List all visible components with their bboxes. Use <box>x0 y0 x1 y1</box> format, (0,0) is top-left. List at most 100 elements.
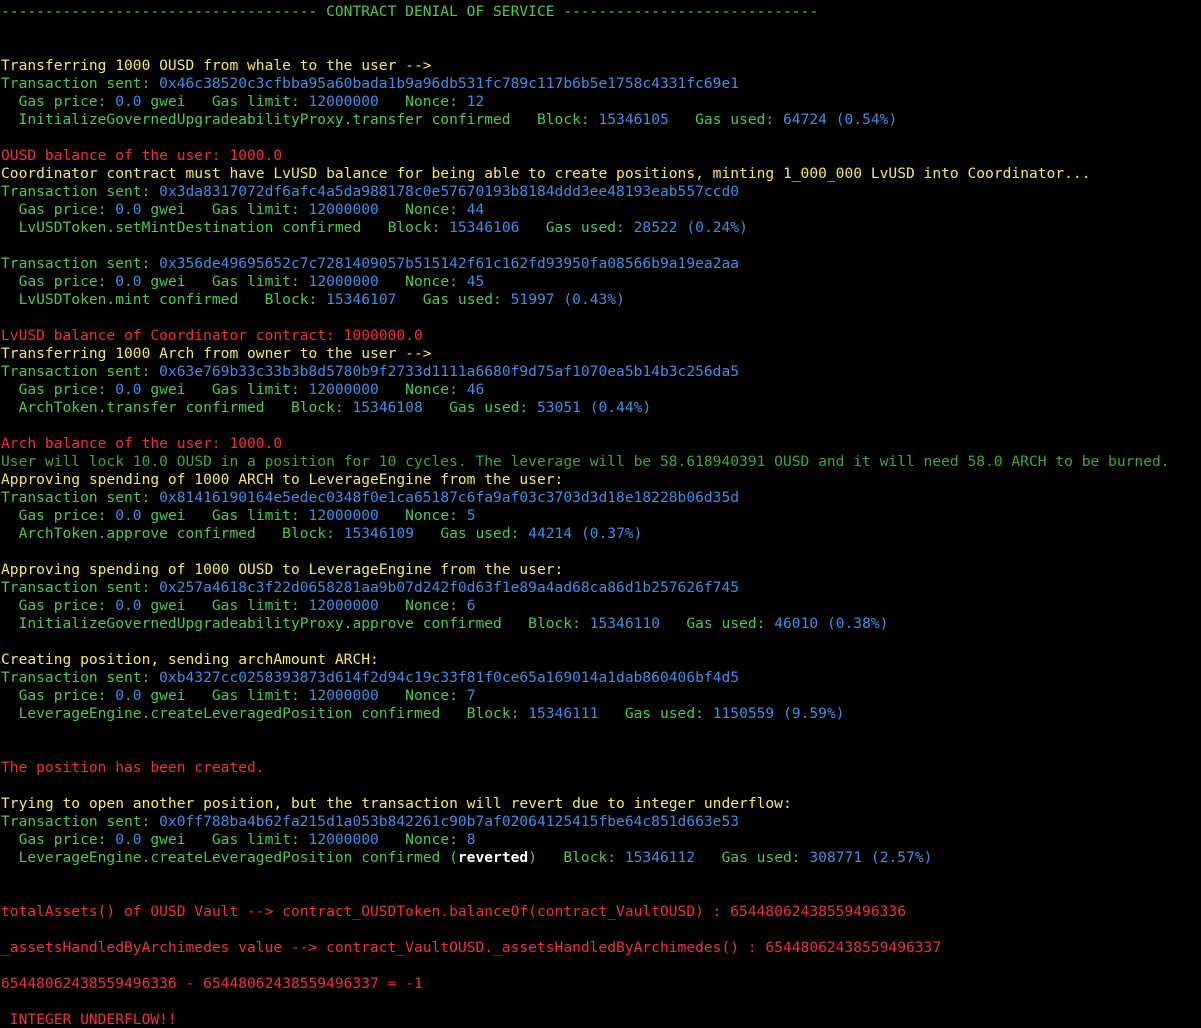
tx-sent-line: Transaction sent: 0x356de49695652c7c7281… <box>1 255 739 273</box>
tx-sent-line: Transaction sent: 0x46c38520c3cfbba95a60… <box>1 75 739 93</box>
block-value: 15346109 <box>343 525 414 542</box>
tx-sent-line: Transaction sent: 0x0ff788ba4b62fa215d1a… <box>1 813 739 831</box>
gas-used-value: 28522 <box>633 219 678 236</box>
block-label: Block: <box>510 111 599 128</box>
confirm-line: InitializeGovernedUpgradeabilityProxy.tr… <box>1 111 898 129</box>
block-label: Block: <box>536 849 625 866</box>
tx-sent-line: Transaction sent: 0x63e769b33c33b3b8d578… <box>1 363 739 381</box>
gas-used-value: 308771 <box>809 849 863 866</box>
nonce-value: 44 <box>466 201 485 218</box>
gas-limit-label: gwei Gas limit: <box>141 273 309 290</box>
gas-used-label: Gas used: <box>422 399 537 416</box>
gas-limit-value: 12000000 <box>308 831 379 848</box>
nonce-value: 45 <box>466 273 485 290</box>
tx-sent-label: Transaction sent: <box>1 363 160 380</box>
gas-info-line: Gas price: 0.0 gwei Gas limit: 12000000 … <box>1 831 476 849</box>
block-value: 15346108 <box>352 399 423 416</box>
gas-price-value: 0.0 <box>115 381 142 398</box>
tx-sent-line: Transaction sent: 0x257a4618c3f22d065828… <box>1 579 739 597</box>
tx-name: ArchToken.transfer confirmed <box>1 399 265 416</box>
gas-used-percent: (2.57%) <box>870 849 933 866</box>
gas-limit-label: gwei Gas limit: <box>141 93 309 110</box>
block-value: 15346105 <box>598 111 669 128</box>
nonce-label: Nonce: <box>378 273 467 290</box>
block-label: Block: <box>238 291 327 308</box>
gas-used-percent: (0.43%) <box>563 291 625 308</box>
position-created-message: The position has been created. <box>1 759 265 776</box>
nonce-value: 12 <box>466 93 485 110</box>
gas-info-line: Gas price: 0.0 gwei Gas limit: 12000000 … <box>1 381 485 399</box>
gas-used-value: 53051 <box>537 399 581 416</box>
gas-used-label: Gas used: <box>396 291 511 308</box>
subtraction-line: 65448062438559496336 - 65448062438559496… <box>1 975 423 992</box>
tx-name: LvUSDToken.setMintDestination confirmed <box>1 219 362 236</box>
block-value: 15346106 <box>449 219 520 236</box>
gas-price-label: Gas price: <box>1 201 116 218</box>
block-label: Block: <box>440 705 529 722</box>
approve-ousd-message: Approving spending of 1000 OUSD to Lever… <box>1 561 564 578</box>
ousd-balance-message: OUSD balance of the user: 1000.0 <box>1 147 283 164</box>
gas-limit-value: 12000000 <box>308 201 379 218</box>
tx-sent-label: Transaction sent: <box>1 579 160 596</box>
gas-info-line: Gas price: 0.0 gwei Gas limit: 12000000 … <box>1 201 485 219</box>
tx-name: LvUSDToken.mint confirmed <box>1 291 239 308</box>
gas-used-value: 44214 <box>528 525 573 542</box>
coordinator-message: Coordinator contract must have LvUSD bal… <box>1 165 1091 182</box>
tx-sent-line: Transaction sent: 0x81416190164e5edec034… <box>1 489 739 507</box>
confirm-line: LeverageEngine.createLeveragedPosition c… <box>1 705 845 723</box>
gas-used-percent: (0.38%) <box>826 615 889 632</box>
gas-limit-value: 12000000 <box>308 273 379 290</box>
gas-price-label: Gas price: <box>1 273 116 290</box>
tx-sent-label: Transaction sent: <box>1 813 160 830</box>
block-label: Block: <box>361 219 450 236</box>
gas-info-line: Gas price: 0.0 gwei Gas limit: 12000000 … <box>1 273 485 291</box>
tx-sent-line: Transaction sent: 0xb4327cc0258393873d61… <box>1 669 739 687</box>
gas-used-value: 46010 <box>774 615 819 632</box>
gas-price-label: Gas price: <box>1 687 116 704</box>
gas-price-label: Gas price: <box>1 597 116 614</box>
arch-balance-message: Arch balance of the user: 1000.0 <box>1 435 283 452</box>
confirm-line: LvUSDToken.setMintDestination confirmed … <box>1 219 748 237</box>
block-value: 15346110 <box>589 615 660 632</box>
lock-message: User will lock 10.0 OUSD in a position f… <box>1 453 1170 470</box>
nonce-value: 6 <box>466 597 476 614</box>
gas-info-line: Gas price: 0.0 gwei Gas limit: 12000000 … <box>1 687 476 705</box>
tx-hash: 0x0ff788ba4b62fa215d1a053b842261c90b7af0… <box>159 813 740 830</box>
block-value: 15346112 <box>624 849 696 866</box>
block-label: Block: <box>264 399 353 416</box>
tx-sent-label: Transaction sent: <box>1 489 160 506</box>
gas-used-label: Gas used: <box>695 849 810 866</box>
tx-name: LeverageEngine.createLeveragedPosition c… <box>1 849 458 866</box>
tx-name: ArchToken.approve confirmed <box>1 525 256 542</box>
tx-name: InitializeGovernedUpgradeabilityProxy.tr… <box>1 111 511 128</box>
tx-hash: 0x257a4618c3f22d0658281aa9b07d242f0d63f1… <box>159 579 740 596</box>
approve-arch-message: Approving spending of 1000 ARCH to Lever… <box>1 471 564 488</box>
confirm-line: ArchToken.approve confirmed Block: 15346… <box>1 525 643 543</box>
terminal-window[interactable]: ------------------------------------ CON… <box>0 0 1201 1028</box>
lvusd-balance-message: LvUSD balance of Coordinator contract: 1… <box>1 327 423 344</box>
nonce-value: 5 <box>466 507 476 524</box>
confirm-line: LvUSDToken.mint confirmed Block: 1534610… <box>1 291 625 309</box>
tx-hash: 0x46c38520c3cfbba95a60bada1b9a96db531fc7… <box>159 75 740 92</box>
gas-used-label: Gas used: <box>668 111 784 128</box>
transfer-ousd-message: Transferring 1000 OUSD from whale to the… <box>1 57 432 74</box>
gas-price-label: Gas price: <box>1 831 116 848</box>
tx-name: LeverageEngine.createLeveragedPosition c… <box>1 705 441 722</box>
gas-used-percent: (0.54%) <box>835 111 898 128</box>
section-banner: ------------------------------------ CON… <box>1 3 819 20</box>
gas-info-line: Gas price: 0.0 gwei Gas limit: 12000000 … <box>1 597 476 615</box>
gas-price-value: 0.0 <box>115 597 142 614</box>
tx-hash: 0x63e769b33c33b3b8d5780b9f2733d1111a6680… <box>159 363 740 380</box>
gas-used-value: 51997 <box>510 291 555 308</box>
nonce-value: 8 <box>466 831 476 848</box>
tx-name-close: ) <box>528 849 537 866</box>
tx-hash: 0x81416190164e5edec0348f0e1ca65187c6fa9a… <box>159 489 740 506</box>
gas-used-label: Gas used: <box>598 705 713 722</box>
gas-limit-label: gwei Gas limit: <box>141 507 309 524</box>
gas-limit-value: 12000000 <box>308 93 379 110</box>
gas-limit-value: 12000000 <box>308 507 379 524</box>
gas-limit-label: gwei Gas limit: <box>141 687 309 704</box>
gas-used-percent: (0.44%) <box>589 399 652 416</box>
creating-position-message: Creating position, sending archAmount AR… <box>1 651 379 668</box>
gas-limit-label: gwei Gas limit: <box>141 381 309 398</box>
